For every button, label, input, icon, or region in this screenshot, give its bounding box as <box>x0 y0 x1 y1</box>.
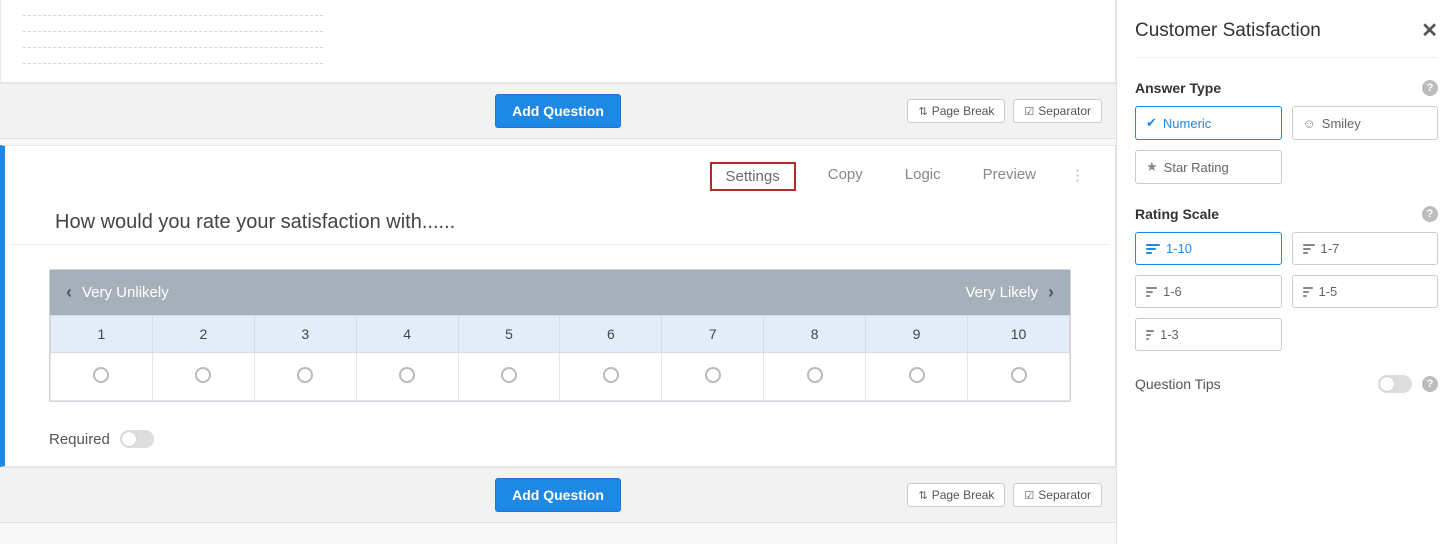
separator-button[interactable]: ☑ Separator <box>1013 99 1102 123</box>
page-break-button[interactable]: ⇅ Page Break <box>907 99 1005 123</box>
rating-scale-1-7[interactable]: 1-7 <box>1292 232 1439 265</box>
scale-radio[interactable] <box>399 367 415 383</box>
scale-col-header: 9 <box>866 316 968 353</box>
opt-label: Numeric <box>1163 116 1211 131</box>
chevron-right-icon[interactable]: › <box>1048 282 1054 303</box>
page-break-label: Page Break <box>932 488 995 502</box>
scale-col-header: 6 <box>560 316 662 353</box>
separator-icon: ☑ <box>1024 105 1034 118</box>
opt-label: 1-5 <box>1319 284 1338 299</box>
bars-icon <box>1303 244 1315 254</box>
rating-scale-widget: ‹ Very Unlikely Very Likely › 1 2 3 4 5 <box>49 269 1071 402</box>
opt-label: 1-6 <box>1163 284 1182 299</box>
scale-col-header: 2 <box>152 316 254 353</box>
scale-radio[interactable] <box>501 367 517 383</box>
add-question-button[interactable]: Add Question <box>495 94 621 128</box>
question-action-bar-top: Add Question ⇅ Page Break ☑ Separator <box>0 83 1116 139</box>
rating-scale-options: 1-10 1-7 1-6 1-5 1-3 <box>1135 232 1438 351</box>
answer-type-star[interactable]: ★ Star Rating <box>1135 150 1282 184</box>
page-break-icon: ⇅ <box>918 489 927 502</box>
tab-copy[interactable]: Copy <box>818 162 873 191</box>
scale-radio[interactable] <box>909 367 925 383</box>
scale-radio[interactable] <box>195 367 211 383</box>
required-label: Required <box>49 431 110 448</box>
opt-label: 1-10 <box>1166 241 1192 256</box>
bars-icon <box>1146 244 1160 254</box>
scale-col-header: 4 <box>356 316 458 353</box>
answer-type-label: Answer Type <box>1135 80 1221 96</box>
tab-preview[interactable]: Preview <box>973 162 1046 191</box>
question-card: Settings Copy Logic Preview ⋮ How would … <box>0 145 1116 467</box>
question-title[interactable]: How would you rate your satisfaction wit… <box>11 197 1109 245</box>
close-icon[interactable]: ✕ <box>1421 18 1438 43</box>
rating-scale-1-10[interactable]: 1-10 <box>1135 232 1282 265</box>
separator-label: Separator <box>1038 488 1091 502</box>
opt-label: Star Rating <box>1164 160 1229 175</box>
rating-scale-label: Rating Scale <box>1135 206 1219 222</box>
scale-radio[interactable] <box>603 367 619 383</box>
scale-right-label: Very Likely <box>965 284 1038 301</box>
chevron-left-icon[interactable]: ‹ <box>66 282 72 303</box>
question-tips-toggle[interactable] <box>1378 375 1412 393</box>
add-question-button[interactable]: Add Question <box>495 478 621 512</box>
tab-logic[interactable]: Logic <box>895 162 951 191</box>
smiley-icon: ☺ <box>1303 116 1316 131</box>
scale-table: 1 2 3 4 5 6 7 8 9 10 <box>50 315 1070 401</box>
scale-col-header: 1 <box>51 316 153 353</box>
opt-label: 1-3 <box>1160 327 1179 342</box>
scale-radio[interactable] <box>297 367 313 383</box>
answer-type-options: ✔ Numeric ☺ Smiley ★ Star Rating <box>1135 106 1438 184</box>
separator-button[interactable]: ☑ Separator <box>1013 483 1102 507</box>
question-toolbar: Settings Copy Logic Preview ⋮ <box>5 146 1115 197</box>
help-icon[interactable]: ? <box>1422 80 1438 96</box>
question-action-bar-bottom: Add Question ⇅ Page Break ☑ Separator <box>0 467 1116 523</box>
bars-icon <box>1146 330 1154 340</box>
page-break-icon: ⇅ <box>918 105 927 118</box>
page-break-button[interactable]: ⇅ Page Break <box>907 483 1005 507</box>
scale-col-header: 5 <box>458 316 560 353</box>
check-circle-icon: ✔ <box>1146 115 1157 131</box>
scale-left-label: Very Unlikely <box>82 284 169 301</box>
help-icon[interactable]: ? <box>1422 376 1438 392</box>
rating-scale-1-6[interactable]: 1-6 <box>1135 275 1282 308</box>
scale-col-header: 8 <box>764 316 866 353</box>
separator-icon: ☑ <box>1024 489 1034 502</box>
opt-label: 1-7 <box>1321 241 1340 256</box>
page-break-label: Page Break <box>932 104 995 118</box>
bars-icon <box>1303 287 1313 297</box>
scale-radio[interactable] <box>93 367 109 383</box>
help-icon[interactable]: ? <box>1422 206 1438 222</box>
answer-type-numeric[interactable]: ✔ Numeric <box>1135 106 1282 140</box>
answer-type-smiley[interactable]: ☺ Smiley <box>1292 106 1439 140</box>
required-toggle[interactable] <box>120 430 154 448</box>
separator-label: Separator <box>1038 104 1091 118</box>
scale-col-header: 10 <box>968 316 1070 353</box>
scale-col-header: 3 <box>254 316 356 353</box>
scale-radio[interactable] <box>1011 367 1027 383</box>
more-menu-icon[interactable]: ⋮ <box>1068 162 1089 191</box>
bars-icon <box>1146 287 1157 297</box>
scale-col-header: 7 <box>662 316 764 353</box>
tab-settings[interactable]: Settings <box>710 162 796 191</box>
scale-radio[interactable] <box>705 367 721 383</box>
previous-question-placeholder <box>0 0 1116 83</box>
sidebar-title: Customer Satisfaction <box>1135 20 1321 42</box>
rating-scale-1-5[interactable]: 1-5 <box>1292 275 1439 308</box>
opt-label: Smiley <box>1322 116 1361 131</box>
question-tips-label: Question Tips <box>1135 376 1221 392</box>
star-icon: ★ <box>1146 159 1158 175</box>
rating-scale-1-3[interactable]: 1-3 <box>1135 318 1282 351</box>
scale-radio[interactable] <box>807 367 823 383</box>
settings-sidebar: Customer Satisfaction ✕ Answer Type ? ✔ … <box>1116 0 1456 544</box>
